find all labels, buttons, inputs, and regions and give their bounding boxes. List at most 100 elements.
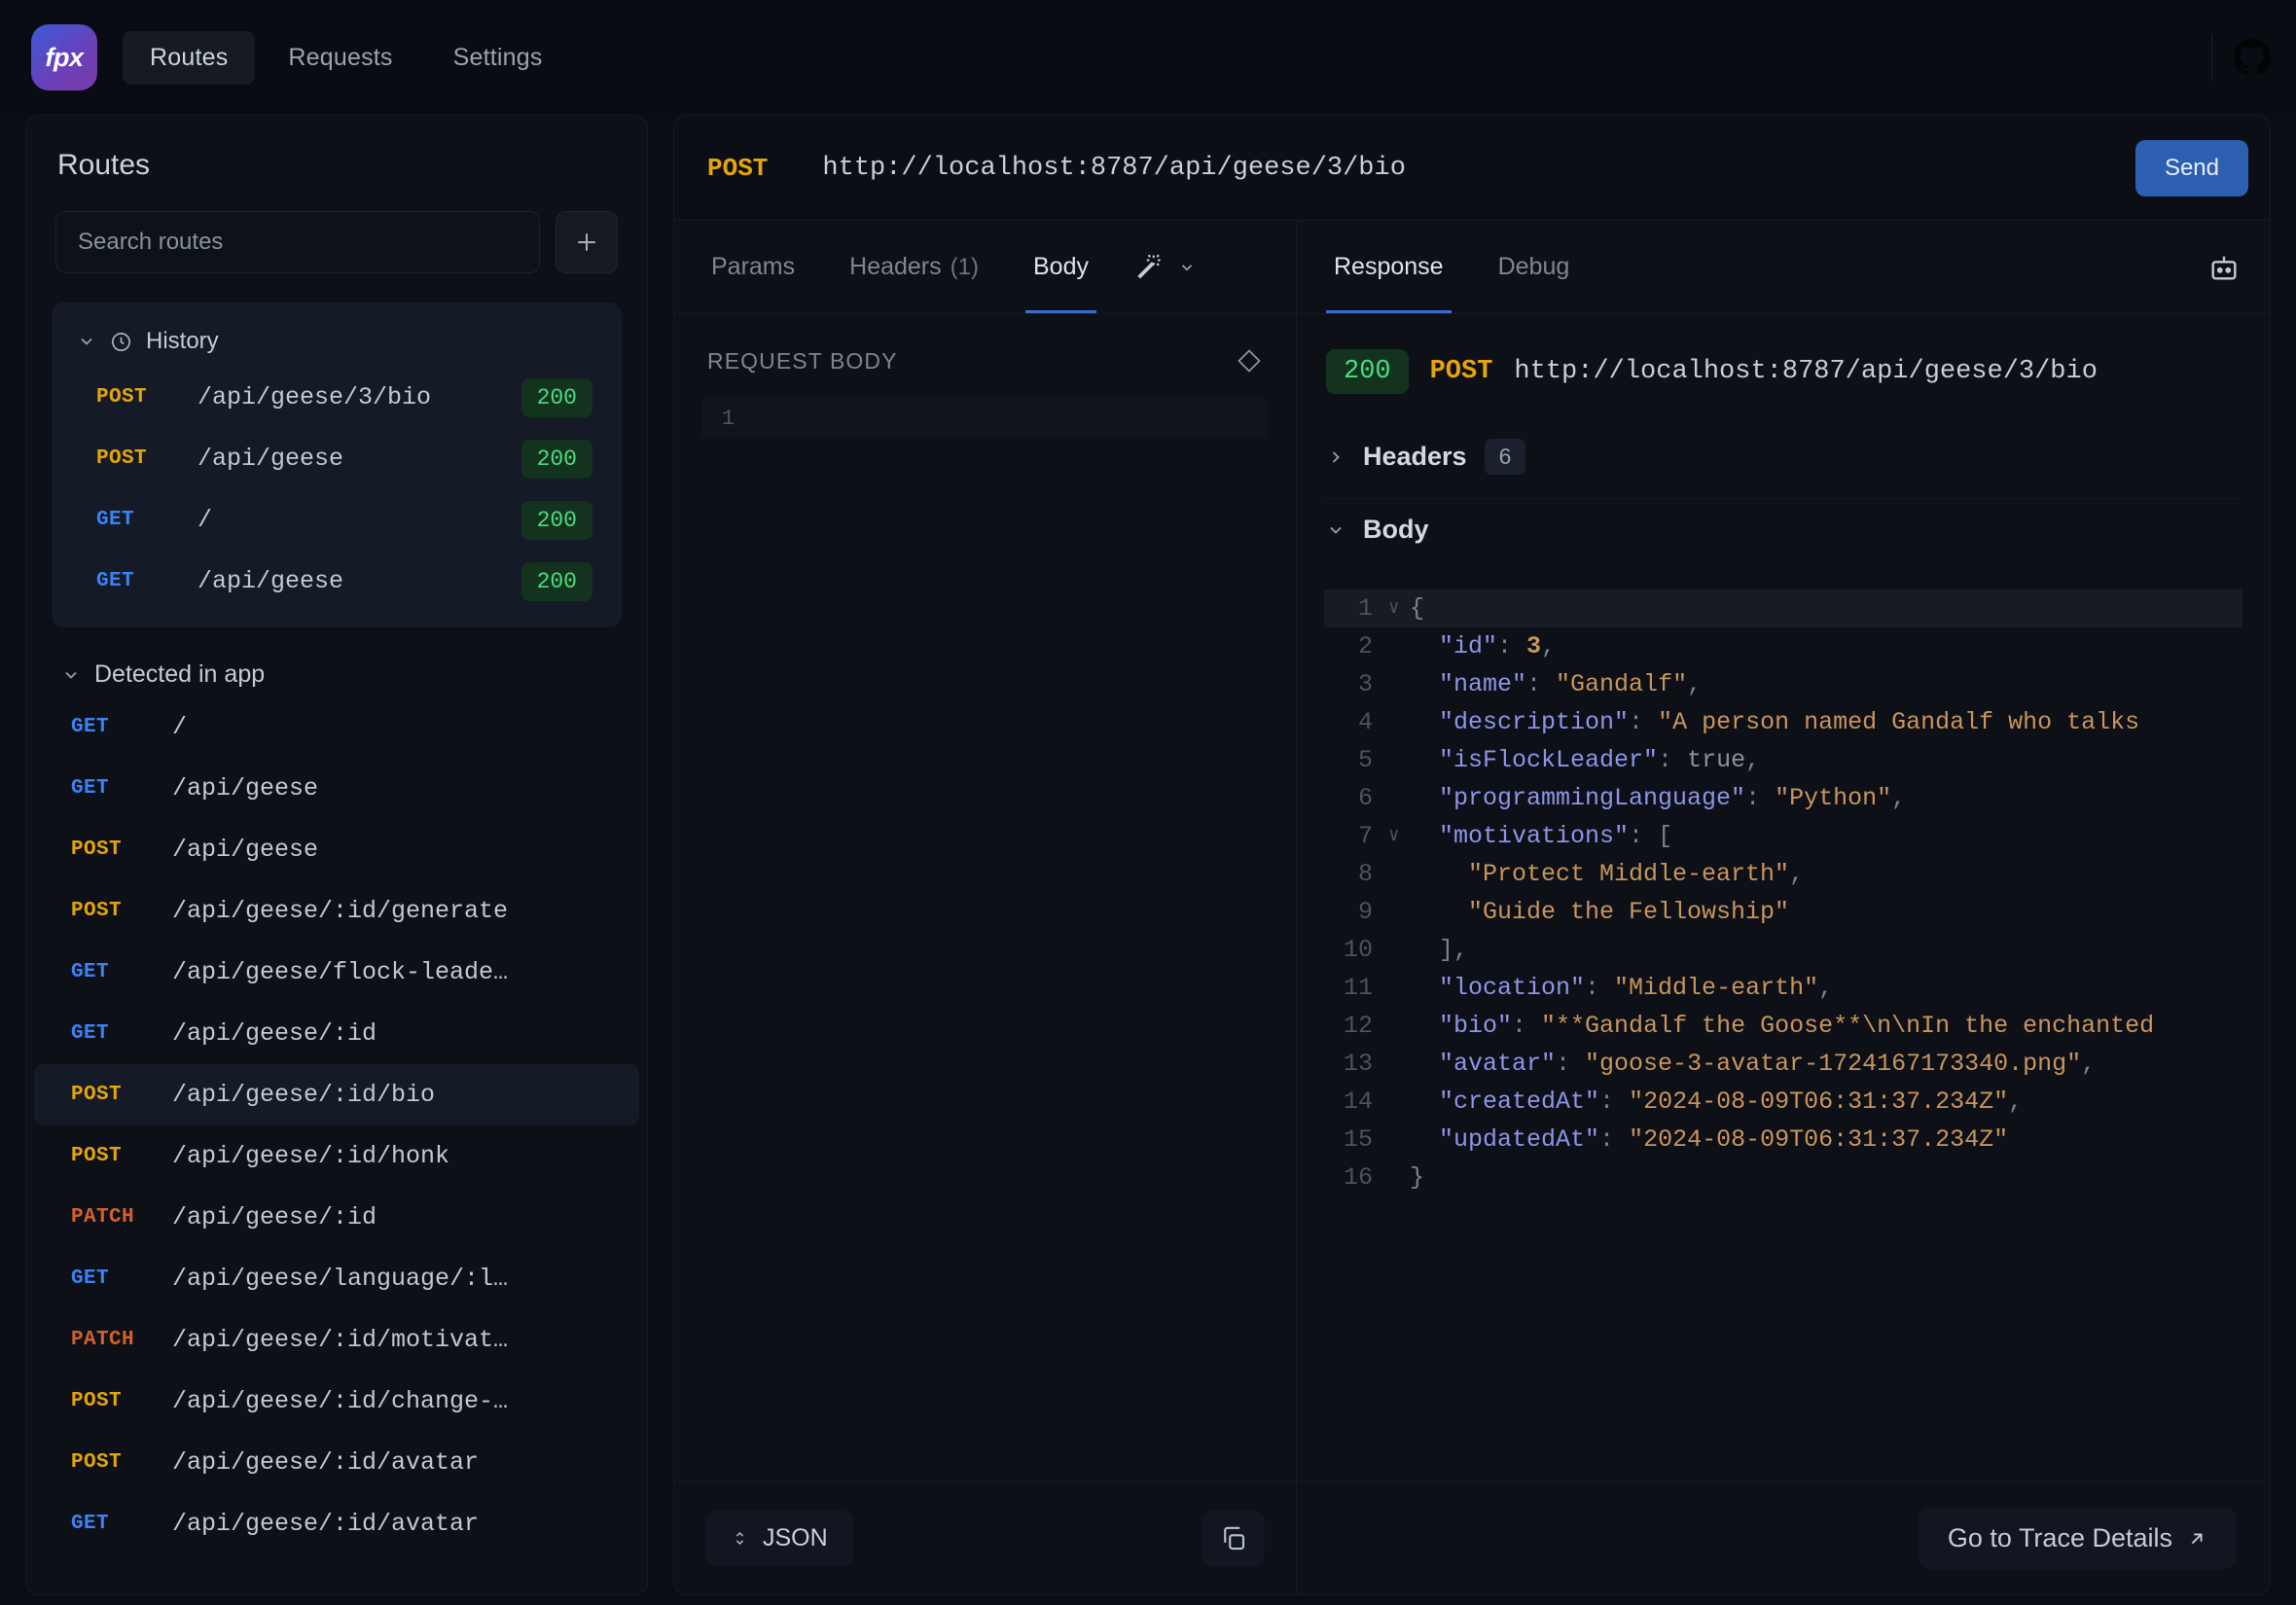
body-format-label: JSON xyxy=(763,1524,828,1552)
code-line-text: ], xyxy=(1410,936,1469,964)
code-line-number: 9 xyxy=(1357,898,1373,926)
route-row[interactable]: GET/api/geese/flock-leade… xyxy=(34,942,639,1003)
request-body-panel: REQUEST BODY 1 xyxy=(674,314,1296,1481)
route-row[interactable]: POST/api/geese/:id/avatar xyxy=(34,1432,639,1493)
route-method: POST xyxy=(96,386,148,409)
github-icon[interactable] xyxy=(2234,39,2271,76)
clock-icon xyxy=(112,332,130,351)
response-status-badge: 200 xyxy=(1326,349,1409,394)
route-row[interactable]: POST/api/geese/3/bio 200 xyxy=(59,367,614,428)
split-panes: Params Headers (1) Body REQUEST BODY 1 J… xyxy=(674,221,2270,1594)
request-url-input[interactable]: http://localhost:8787/api/geese/3/bio xyxy=(822,154,2135,183)
code-line-number: 4 xyxy=(1357,708,1373,736)
code-line: 9 "Guide the Fellowship" xyxy=(1324,893,2242,931)
diamond-icon[interactable] xyxy=(1236,347,1263,374)
route-row[interactable]: GET/api/geese/language/:l… xyxy=(34,1248,639,1309)
code-line: 7 ∨ "motivations": [ xyxy=(1324,817,2242,855)
code-line-text: "description": "A person named Gandalf w… xyxy=(1410,708,2160,736)
code-line-text: "createdAt": "2024-08-09T06:31:37.234Z", xyxy=(1410,1088,2024,1116)
route-path: /api/geese/flock-leade… xyxy=(172,958,509,986)
code-line-text: "location": "Middle-earth", xyxy=(1410,974,1834,1002)
route-row[interactable]: POST/api/geese/:id/change-… xyxy=(34,1371,639,1432)
tab-label: Debug xyxy=(1497,253,1570,280)
code-line: 14 "createdAt": "2024-08-09T06:31:37.234… xyxy=(1324,1083,2242,1121)
copy-icon xyxy=(1224,1526,1245,1550)
route-row[interactable]: POST/api/geese/:id/generate xyxy=(34,880,639,942)
route-method: POST xyxy=(71,1084,123,1106)
code-line-number: 13 xyxy=(1343,1050,1373,1078)
code-line-number: 3 xyxy=(1357,670,1373,698)
nav-tab-settings[interactable]: Settings xyxy=(426,31,570,85)
history-group-header[interactable]: History xyxy=(52,316,622,367)
headers-count: 6 xyxy=(1484,439,1526,475)
code-line-text: "bio": "**Gandalf the Goose**\n\nIn the … xyxy=(1410,1012,2155,1040)
response-url: http://localhost:8787/api/geese/3/bio xyxy=(1514,357,2098,386)
bot-icon[interactable] xyxy=(2207,251,2241,284)
response-footer: Go to Trace Details xyxy=(1297,1481,2270,1594)
nav-tab-requests[interactable]: Requests xyxy=(261,31,419,85)
chevron-right-icon xyxy=(1332,450,1340,463)
go-to-trace-details-button[interactable]: Go to Trace Details xyxy=(1918,1508,2237,1569)
route-row[interactable]: GET/api/geese 200 xyxy=(59,551,614,612)
code-line-number: 12 xyxy=(1343,1012,1373,1040)
route-status-badge: 200 xyxy=(520,500,592,540)
response-tabs: Response Debug xyxy=(1297,221,2270,314)
chevron-down-icon xyxy=(81,338,92,345)
route-path: /api/geese xyxy=(197,445,344,473)
route-row[interactable]: POST/api/geese xyxy=(34,819,639,880)
route-row[interactable]: GET/api/geese xyxy=(34,758,639,819)
routes-list[interactable]: History POST/api/geese/3/bio 200 POST/api/… xyxy=(26,273,647,1594)
route-row[interactable]: GET / 200 xyxy=(59,489,614,551)
code-line-text: "updatedAt": "2024-08-09T06:31:37.234Z" xyxy=(1410,1125,2009,1154)
add-route-button[interactable] xyxy=(556,211,618,273)
response-headers-toggle[interactable]: Headers 6 xyxy=(1297,423,2270,498)
request-body-editor[interactable]: 1 xyxy=(701,398,1269,439)
code-line: 2 "id": 3, xyxy=(1324,627,2242,665)
route-row[interactable]: POST/api/geese/:id/bio xyxy=(34,1064,639,1125)
app-logo[interactable]: fpx xyxy=(31,24,97,90)
tab-response[interactable]: Response xyxy=(1326,221,1452,313)
code-line: 16} xyxy=(1324,1159,2242,1196)
code-fold-toggle[interactable]: ∨ xyxy=(1388,589,1410,627)
tab-debug[interactable]: Debug xyxy=(1490,221,1578,313)
tab-body[interactable]: Body xyxy=(1024,221,1096,313)
route-row[interactable]: POST/api/geese/:id/honk xyxy=(34,1125,639,1187)
request-pane: Params Headers (1) Body REQUEST BODY 1 J… xyxy=(674,221,1297,1594)
body-format-select[interactable]: JSON xyxy=(705,1511,853,1566)
response-summary: 200 POST http://localhost:8787/api/geese… xyxy=(1297,314,2270,423)
route-row[interactable]: PATCH/api/geese/:id/motivat… xyxy=(34,1309,639,1371)
code-fold-toggle[interactable]: ∨ xyxy=(1388,817,1410,855)
code-line: 12 "bio": "**Gandalf the Goose**\n\nIn t… xyxy=(1324,1007,2242,1045)
tab-label: Headers xyxy=(849,253,942,280)
route-status-badge: 200 xyxy=(520,377,592,417)
main-layout: Routes History POST/api/geese/3/bio200PO… xyxy=(0,115,2296,1605)
detected-group-header[interactable]: Detected in app xyxy=(26,627,647,696)
route-path: /api/geese/:id/bio xyxy=(172,1081,436,1109)
copy-body-button[interactable] xyxy=(1202,1510,1265,1567)
route-row[interactable]: PATCH/api/geese/:id xyxy=(34,1187,639,1248)
route-method: GET xyxy=(71,1513,110,1535)
code-line: 6 "programmingLanguage": "Python", xyxy=(1324,779,2242,817)
request-body-header: REQUEST BODY xyxy=(674,314,1296,398)
route-path: /api/geese xyxy=(172,836,319,864)
search-input[interactable] xyxy=(55,211,540,273)
response-body-toggle[interactable]: Body xyxy=(1297,499,2270,568)
code-line-text: "avatar": "goose-3-avatar-1724167173340.… xyxy=(1410,1050,2097,1078)
route-path: /api/geese/:id/generate xyxy=(172,897,509,925)
nav-tab-routes[interactable]: Routes xyxy=(123,30,256,85)
route-row[interactable]: GET / xyxy=(34,696,639,758)
tab-headers[interactable]: Headers (1) xyxy=(842,221,987,313)
route-method: PATCH xyxy=(71,1206,135,1229)
code-line: 4 "description": "A person named Gandalf… xyxy=(1324,703,2242,741)
route-row[interactable]: GET/api/geese/:id/avatar xyxy=(34,1493,639,1554)
tab-params[interactable]: Params xyxy=(703,221,803,313)
route-row[interactable]: GET/api/geese/:id xyxy=(34,1003,639,1064)
response-body-code[interactable]: 1 ∨{2 "id": 3, 3 "name": "Gandalf", 4 "desc… xyxy=(1324,589,2242,1196)
detected-group-label: Detected in app xyxy=(94,660,266,688)
magic-tools[interactable] xyxy=(1135,221,1196,313)
route-method: GET xyxy=(71,716,110,738)
route-row[interactable]: POST/api/geese 200 xyxy=(59,428,614,489)
url-bar: POST http://localhost:8787/api/geese/3/b… xyxy=(674,116,2270,221)
send-button[interactable]: Send xyxy=(2135,139,2248,196)
request-footer: JSON xyxy=(674,1481,1296,1594)
